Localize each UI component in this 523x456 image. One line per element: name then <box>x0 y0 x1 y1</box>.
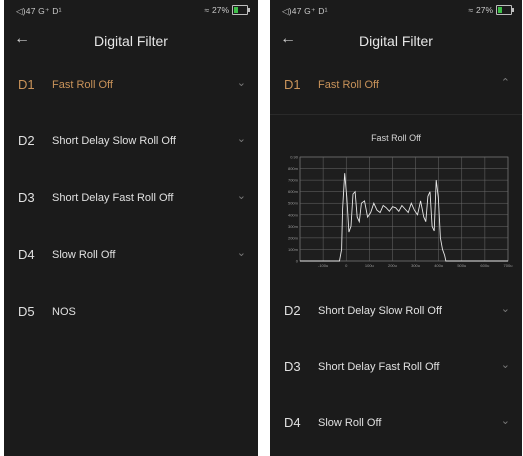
x-tick-label: 700u <box>504 263 513 268</box>
page-title: Digital Filter <box>94 33 168 49</box>
chevron-down-icon[interactable]: ⌄ <box>501 302 510 315</box>
battery-icon <box>232 5 250 15</box>
phone-screen-right: ◁)47 G⁺ D¹ ≈ 27% ← Digital Filter D1 Fas… <box>270 0 522 456</box>
filter-code: D1 <box>284 77 301 92</box>
status-indicators: ◁)47 G⁺ D¹ <box>282 6 328 16</box>
filter-label: Short Delay Fast Roll Off <box>52 192 174 204</box>
x-tick-label: 100u <box>365 263 374 268</box>
filter-item-d5[interactable]: D5 NOS <box>4 285 258 341</box>
y-tick-label: 700m <box>288 178 299 183</box>
filter-item-d4[interactable]: D4 Slow Roll Off ⌄ <box>270 396 522 452</box>
y-tick-label: 0.90 <box>290 155 299 160</box>
filter-code: D1 <box>18 77 35 92</box>
filter-code: D3 <box>18 190 35 205</box>
filter-item-d1[interactable]: D1 Fast Roll Off ⌄ <box>4 58 258 114</box>
status-bar: ◁)47 G⁺ D¹ ≈ 27% <box>4 0 258 22</box>
filter-label: Short Delay Slow Roll Off <box>318 305 442 317</box>
filter-label: Short Delay Slow Roll Off <box>52 135 176 147</box>
chevron-down-icon[interactable]: ⌄ <box>237 76 246 89</box>
page-title: Digital Filter <box>359 33 433 49</box>
status-indicators: ◁)47 G⁺ D¹ <box>16 6 62 16</box>
app-header: ← Digital Filter <box>270 22 522 60</box>
filter-code: D2 <box>284 303 301 318</box>
x-tick-label: 200u <box>388 263 397 268</box>
x-tick-label: 500u <box>457 263 466 268</box>
app-header: ← Digital Filter <box>4 22 258 60</box>
filter-code: D2 <box>18 133 35 148</box>
chevron-down-icon[interactable]: ⌄ <box>237 246 246 259</box>
battery-percent: 27% <box>211 5 229 15</box>
filter-code: D3 <box>284 359 301 374</box>
filter-label: Slow Roll Off <box>52 249 116 261</box>
wifi-icon: ≈ <box>204 5 209 15</box>
y-tick-label: 500m <box>288 201 299 206</box>
y-tick-label: 200m <box>288 235 299 240</box>
filter-label: Slow Roll Off <box>318 417 382 429</box>
y-tick-label: 400m <box>288 212 299 217</box>
filter-item-d4[interactable]: D4 Slow Roll Off ⌄ <box>4 228 258 284</box>
chevron-up-icon[interactable]: ⌃ <box>501 76 510 89</box>
x-tick-label: 300u <box>411 263 420 268</box>
y-tick-label: 100m <box>288 247 299 252</box>
status-bar: ◁)47 G⁺ D¹ ≈ 27% <box>270 0 522 22</box>
plot-area <box>299 156 509 262</box>
phone-screen-left: ◁)47 G⁺ D¹ ≈ 27% ← Digital Filter D1 Fas… <box>4 0 258 456</box>
battery-percent: 27% <box>475 5 493 15</box>
filter-label: Short Delay Fast Roll Off <box>318 361 440 373</box>
filter-label: Fast Roll Off <box>52 79 113 91</box>
wifi-icon: ≈ <box>468 5 473 15</box>
y-tick-label: 600m <box>288 189 299 194</box>
y-tick-label: 300m <box>288 224 299 229</box>
filter-item-d2[interactable]: D2 Short Delay Slow Roll Off ⌄ <box>270 284 522 340</box>
status-right: ≈ 27% <box>468 5 514 15</box>
filter-item-d3[interactable]: D3 Short Delay Fast Roll Off ⌄ <box>270 340 522 396</box>
chevron-down-icon[interactable]: ⌄ <box>237 189 246 202</box>
filter-code: D5 <box>18 304 35 319</box>
filter-item-d1[interactable]: D1 Fast Roll Off ⌃ <box>270 58 522 114</box>
status-right: ≈ 27% <box>204 5 250 15</box>
x-tick-label: 0 <box>345 263 348 268</box>
filter-code: D4 <box>284 415 301 430</box>
filter-item-d3[interactable]: D3 Short Delay Fast Roll Off ⌄ <box>4 171 258 227</box>
x-tick-label: -100u <box>318 263 328 268</box>
filter-code: D4 <box>18 247 35 262</box>
filter-label: Fast Roll Off <box>318 79 379 91</box>
impulse-response-chart: -100u 0 100u 200u 300u 400u 500u 600u 700u 0.90 80… <box>284 153 514 275</box>
filter-detail-panel: Fast Roll Off -100u 0 100u 200u 300u 400u 500u… <box>270 114 522 293</box>
x-tick-label: 600u <box>480 263 489 268</box>
y-tick-label: 800m <box>288 166 299 171</box>
filter-label: NOS <box>52 306 76 318</box>
chevron-down-icon[interactable]: ⌄ <box>501 358 510 371</box>
x-tick-label: 400u <box>434 263 443 268</box>
chart-title: Fast Roll Off <box>371 133 421 143</box>
battery-icon <box>496 5 514 15</box>
y-tick-label: 0 <box>296 259 299 264</box>
chart-svg: -100u 0 100u 200u 300u 400u 500u 600u 700u 0.90 80… <box>288 155 513 269</box>
chevron-down-icon[interactable]: ⌄ <box>501 414 510 427</box>
chevron-down-icon[interactable]: ⌄ <box>237 132 246 145</box>
filter-item-d2[interactable]: D2 Short Delay Slow Roll Off ⌄ <box>4 114 258 170</box>
